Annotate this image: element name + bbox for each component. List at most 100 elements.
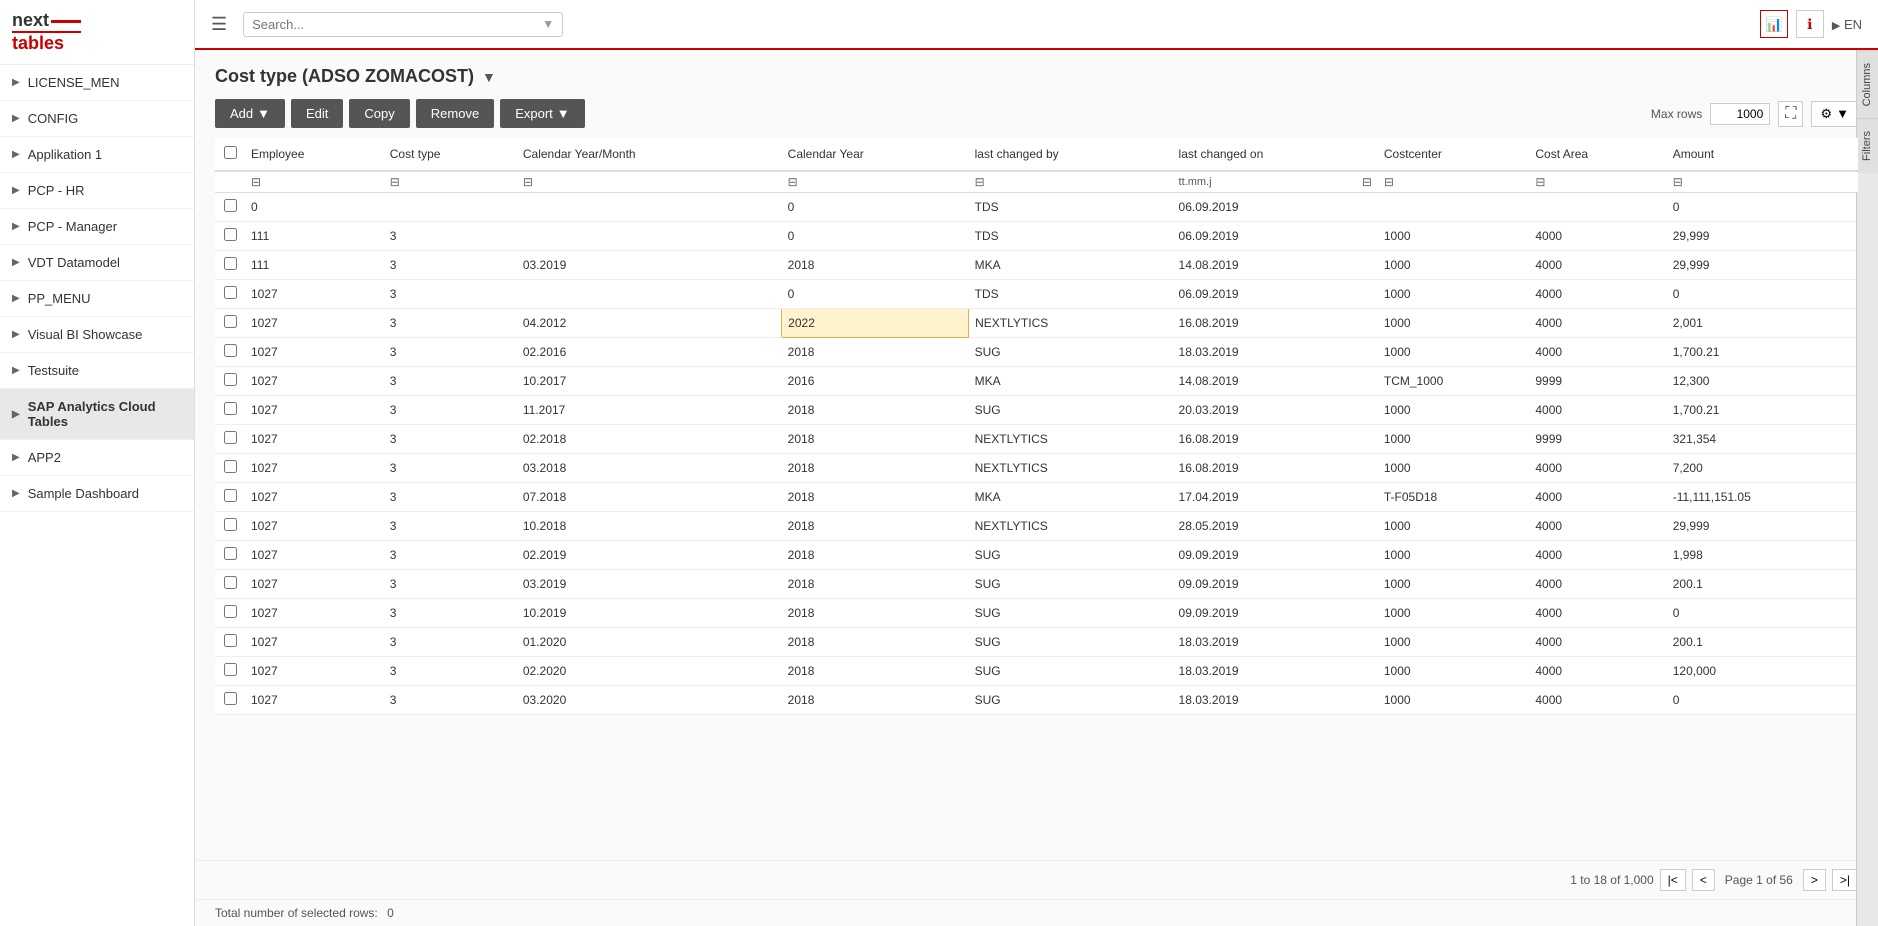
col-cost-area: Cost Area [1529,138,1666,171]
filter-last-changed-by[interactable]: ⊟ [969,171,1173,193]
remove-button[interactable]: Remove [416,99,494,128]
info-icon[interactable]: ℹ [1796,10,1824,38]
row-cost-area: 4000 [1529,628,1666,657]
row-select-cell[interactable] [215,541,245,570]
select-all-checkbox[interactable] [224,146,237,159]
sidebar-item-visual-bi-showcase[interactable]: ▶Visual BI Showcase [0,317,194,353]
row-checkbox[interactable] [224,315,237,328]
last-page-button[interactable]: >| [1832,869,1858,891]
export-button[interactable]: Export ▼ [500,99,584,128]
row-select-cell[interactable] [215,628,245,657]
filter-cost-type[interactable]: ⊟ [384,171,517,193]
add-button[interactable]: Add ▼ [215,99,285,128]
row-checkbox[interactable] [224,460,237,473]
prev-page-button[interactable]: < [1692,869,1715,891]
row-checkbox[interactable] [224,402,237,415]
row-cost-type: 3 [384,367,517,396]
edit-button[interactable]: Edit [291,99,343,128]
hamburger-icon[interactable]: ☰ [211,14,227,35]
row-costcenter: 1000 [1378,222,1530,251]
row-checkbox[interactable] [224,286,237,299]
filter-last-changed-on-icon[interactable]: ⊟ [1362,175,1372,189]
sidebar-item-sample-dashboard[interactable]: ▶Sample Dashboard [0,476,194,512]
select-all-header[interactable] [215,138,245,171]
row-select-cell[interactable] [215,657,245,686]
filter-cost-area[interactable]: ⊟ [1529,171,1666,193]
row-checkbox[interactable] [224,489,237,502]
row-last-changed-by: MKA [969,251,1173,280]
sidebar-item-testsuite[interactable]: ▶Testsuite [0,353,194,389]
row-cost-area: 4000 [1529,396,1666,425]
row-checkbox[interactable] [224,663,237,676]
row-checkbox[interactable] [224,576,237,589]
row-checkbox[interactable] [224,547,237,560]
row-cal-year-month: 10.2017 [517,367,782,396]
export-label: Export [515,106,553,121]
row-checkbox[interactable] [224,431,237,444]
row-checkbox[interactable] [224,634,237,647]
row-checkbox[interactable] [224,228,237,241]
filter-employee[interactable]: ⊟ [245,171,384,193]
row-checkbox[interactable] [224,605,237,618]
filter-amount[interactable]: ⊟ [1667,171,1858,193]
row-cal-year-month: 03.2018 [517,454,782,483]
row-select-cell[interactable] [215,599,245,628]
sidebar-item-config[interactable]: ▶CONFIG [0,101,194,137]
row-checkbox[interactable] [224,373,237,386]
row-checkbox[interactable] [224,257,237,270]
sidebar-item-app2[interactable]: ▶APP2 [0,440,194,476]
row-select-cell[interactable] [215,367,245,396]
row-cost-type [384,193,517,222]
row-select-cell[interactable] [215,454,245,483]
row-checkbox[interactable] [224,344,237,357]
search-box[interactable]: ▼ [243,12,563,37]
sidebar-item-license-men[interactable]: ▶LICENSE_MEN [0,65,194,101]
row-cal-year: 2018 [782,425,969,454]
row-select-cell[interactable] [215,309,245,338]
row-costcenter: 1000 [1378,425,1530,454]
row-select-cell[interactable] [215,570,245,599]
row-select-cell[interactable] [215,222,245,251]
filter-costcenter[interactable]: ⊟ [1378,171,1530,193]
table-row: 0 0 TDS 06.09.2019 0 [215,193,1858,222]
search-dropdown-icon[interactable]: ▼ [542,17,554,31]
settings-button[interactable]: ⚙ ▼ [1811,101,1858,127]
row-select-cell[interactable] [215,396,245,425]
sidebar-item-sap-analytics-cloud-tables[interactable]: ▶SAP Analytics Cloud Tables [0,389,194,440]
next-page-button[interactable]: > [1803,869,1826,891]
row-select-cell[interactable] [215,483,245,512]
row-checkbox[interactable] [224,199,237,212]
first-page-button[interactable]: |< [1660,869,1686,891]
filter-cal-year-month[interactable]: ⊟ [517,171,782,193]
max-rows-input[interactable] [1710,103,1770,125]
row-select-cell[interactable] [215,193,245,222]
row-checkbox[interactable] [224,692,237,705]
row-cal-year: 2018 [782,512,969,541]
sidebar-item-applikation-1[interactable]: ▶Applikation 1 [0,137,194,173]
row-checkbox[interactable] [224,518,237,531]
columns-panel-tab[interactable]: Columns [1857,50,1878,118]
row-select-cell[interactable] [215,512,245,541]
row-costcenter: TCM_1000 [1378,367,1530,396]
search-input[interactable] [252,17,542,32]
sidebar-item-pcp-hr[interactable]: ▶PCP - HR [0,173,194,209]
sidebar-item-pp-menu[interactable]: ▶PP_MENU [0,281,194,317]
row-select-cell[interactable] [215,280,245,309]
row-select-cell[interactable] [215,686,245,715]
language-selector[interactable]: ▶ EN [1832,17,1862,32]
copy-button[interactable]: Copy [349,99,409,128]
col-cal-year: Calendar Year [782,138,969,171]
row-select-cell[interactable] [215,338,245,367]
filters-panel-tab[interactable]: Filters [1857,118,1878,173]
analytics-icon[interactable]: 📊 [1760,10,1788,38]
sidebar-item-pcp-manager[interactable]: ▶PCP - Manager [0,209,194,245]
title-dropdown-icon[interactable]: ▼ [482,69,496,85]
row-cost-type: 3 [384,686,517,715]
filter-cal-year[interactable]: ⊟ [782,171,969,193]
sidebar-item-vdt-datamodel[interactable]: ▶VDT Datamodel [0,245,194,281]
table-row: 1027 3 02.2018 2018 NEXTLYTICS 16.08.201… [215,425,1858,454]
row-costcenter: 1000 [1378,396,1530,425]
row-select-cell[interactable] [215,251,245,280]
fullscreen-button[interactable]: ⛶ [1778,101,1803,127]
row-select-cell[interactable] [215,425,245,454]
